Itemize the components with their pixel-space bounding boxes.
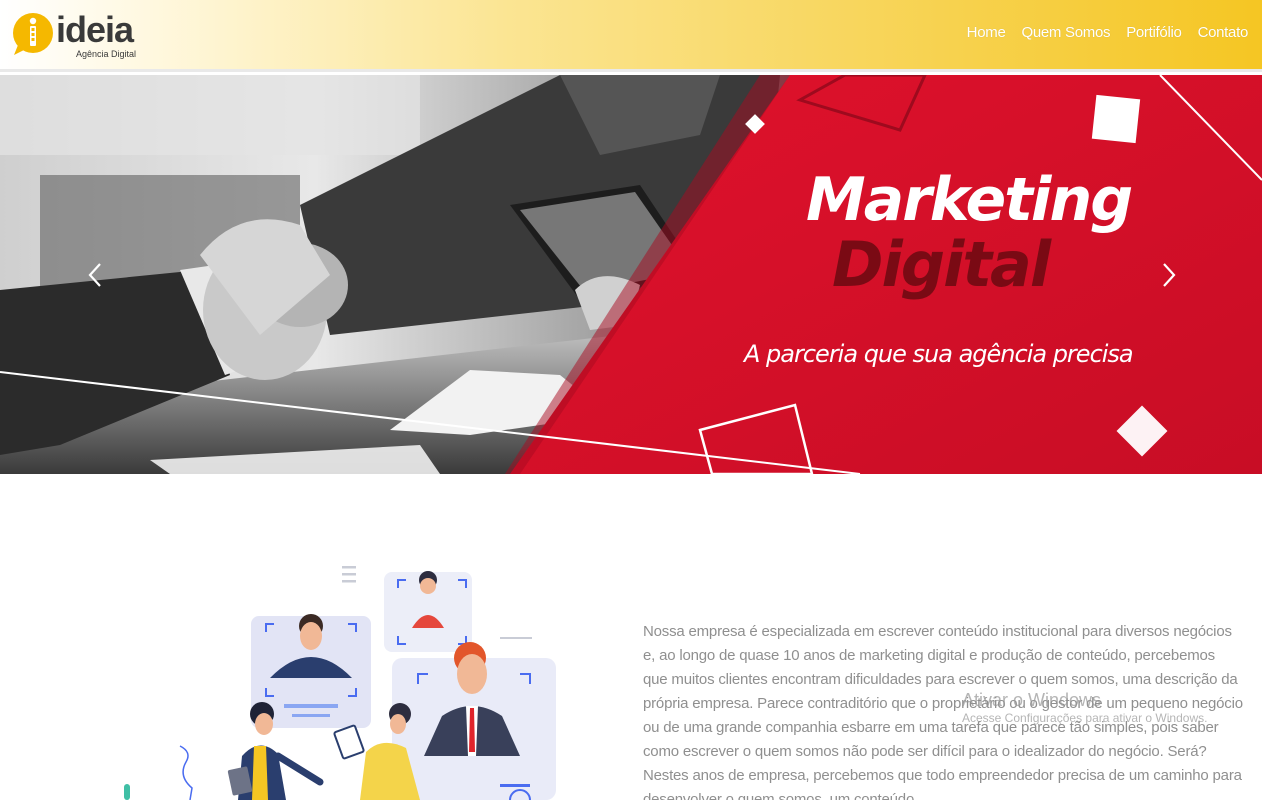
hero-title-digital: Digital — [832, 228, 1051, 301]
brand-tagline: Agência Digital — [76, 49, 137, 59]
nav-portifolio[interactable]: Portifólio — [1126, 24, 1182, 41]
chevron-left-icon[interactable] — [84, 260, 106, 290]
brand-logo[interactable]: ideia Agência Digital — [10, 10, 160, 62]
nav-quem-somos[interactable]: Quem Somos — [1021, 24, 1110, 41]
team-profiles-illustration — [124, 566, 556, 800]
logo-speech-bubble-icon — [13, 13, 53, 55]
hero-slider: Marketing Digital A parceria que sua agê… — [0, 75, 1262, 474]
hero-title-marketing: Marketing — [806, 165, 1133, 235]
nav-home[interactable]: Home — [967, 24, 1006, 41]
hero-subtitle: A parceria que sua agência precisa — [744, 340, 1134, 368]
brand-name: ideia — [56, 9, 134, 50]
site-header: ideia Agência Digital Home Quem Somos Po… — [0, 0, 1262, 72]
chevron-right-icon[interactable] — [1158, 260, 1180, 290]
nav-contato[interactable]: Contato — [1198, 24, 1249, 41]
about-paragraph: Nossa empresa é especializada em escreve… — [643, 623, 1243, 800]
main-nav: Home Quem Somos Portifólio Contato — [967, 24, 1249, 41]
hero-banner-image — [0, 75, 1262, 474]
